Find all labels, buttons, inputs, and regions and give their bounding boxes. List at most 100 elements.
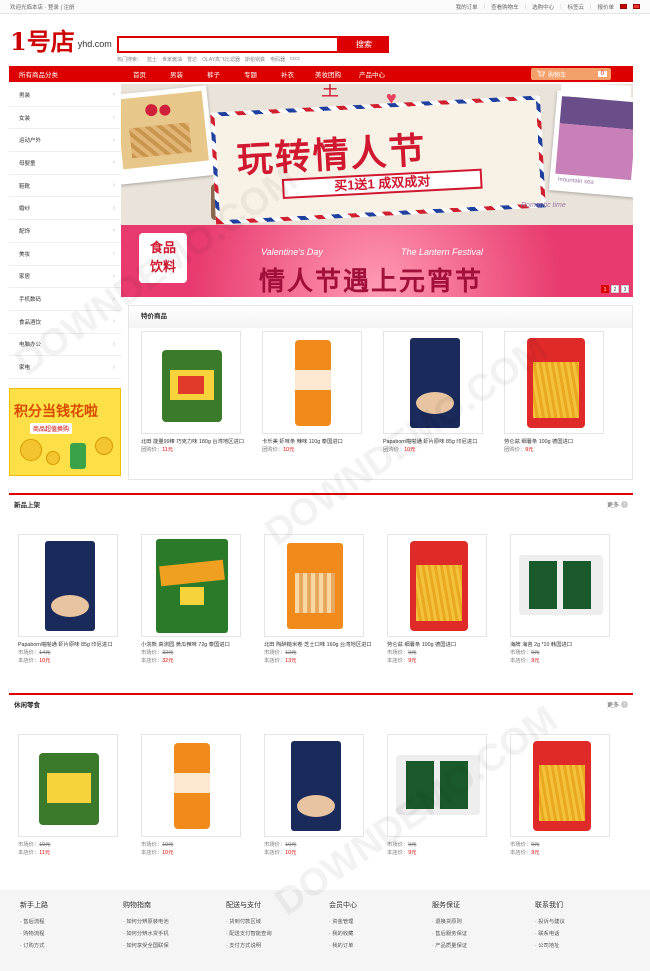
product-image[interactable] xyxy=(18,534,118,637)
lantern-festival-banner[interactable]: 食品 饮料 Valentine's Day The Lantern Festiv… xyxy=(121,225,633,297)
product-image[interactable] xyxy=(264,734,364,837)
product-card[interactable]: 海牌 海苔 2g *10 韩国进口 市场价：9元 本店价：9元 xyxy=(510,534,620,665)
more-link[interactable]: 更多 › xyxy=(607,500,628,509)
hot-word[interactable]: 世家酱油 xyxy=(162,56,182,63)
product-name[interactable]: 劳仑兹 细薯条 100g 德国进口 xyxy=(387,641,497,649)
points-promo-banner[interactable]: 积分当钱花啦 商品超值换购 xyxy=(9,388,121,476)
footer-link[interactable]: 订购方式 xyxy=(20,940,120,952)
nav-item-products[interactable]: 产品中心 xyxy=(350,69,394,79)
carousel-dot-3[interactable]: 3 xyxy=(621,285,629,293)
category-item[interactable]: 电脑办公 › xyxy=(9,334,121,357)
footer-link[interactable]: 投诉与建议 xyxy=(535,916,635,928)
product-name[interactable]: 北田 能量99棒 巧克力味 180g 台湾地区进口 xyxy=(141,438,251,446)
footer-link[interactable]: 公司地址 xyxy=(535,940,635,952)
product-card[interactable]: 劳仑兹 细薯条 100g 德国进口 团购价：9元 xyxy=(504,331,614,454)
category-item[interactable]: 手机数码 › xyxy=(9,288,121,311)
hot-word[interactable]: 蓝士 xyxy=(147,56,157,63)
nav-item-beauty[interactable]: 美妆团购 xyxy=(306,69,350,79)
flag-icon[interactable] xyxy=(620,4,627,9)
register-link[interactable]: 注册 xyxy=(63,5,74,11)
carousel-dot-2[interactable]: 2 xyxy=(611,285,619,293)
search-input[interactable] xyxy=(117,36,339,53)
footer-link[interactable]: 产品质量保证 xyxy=(432,940,532,952)
product-image[interactable] xyxy=(262,331,362,434)
hot-word[interactable]: 斯帕锅粪 xyxy=(245,56,265,63)
nav-item-home[interactable]: 首页 xyxy=(121,69,158,79)
view-cart-link[interactable]: 查看购物车 xyxy=(491,3,519,11)
product-name[interactable]: 劳仑兹 细薯条 100g 德国进口 xyxy=(504,438,614,446)
footer-link[interactable]: 如何分辨水货手机 xyxy=(123,928,223,940)
product-image[interactable] xyxy=(504,331,604,434)
carousel-dot-1[interactable]: 1 xyxy=(601,285,609,293)
product-card[interactable]: 小浣熊 高测园 黄瓜辣味 72g 泰国进口 市场价：32元 本店价：32元 xyxy=(141,534,251,665)
product-image[interactable] xyxy=(141,331,241,434)
footer-link[interactable]: 售后流程 xyxy=(20,916,120,928)
category-item[interactable]: 家电 › xyxy=(9,356,121,379)
category-item[interactable]: 家居 › xyxy=(9,266,121,289)
footer-link[interactable]: 我的订单 xyxy=(329,940,429,952)
valentine-banner[interactable]: 玩转情人节 买1送1 成双成对 王 ♥ mountain sea Romanti… xyxy=(121,84,633,225)
product-card[interactable]: 市场价：9元 本店价：9元 xyxy=(510,734,620,857)
login-link[interactable]: 登录 xyxy=(48,5,59,11)
product-card[interactable]: 北田 能量99棒 巧克力味 180g 台湾地区进口 团购价：11元 xyxy=(141,331,251,454)
quote-list-link[interactable]: 报价单 xyxy=(597,3,614,11)
product-card[interactable]: 北田 陶醉糙米卷 芝士口味 160g 台湾地区进口 市场价：12元 本店价：13… xyxy=(264,534,374,665)
product-image[interactable] xyxy=(387,734,487,837)
product-card[interactable]: 卡乐美 虾味条 辣味 110g 泰国进口 团购价：10元 xyxy=(262,331,372,454)
footer-link[interactable]: 配送支付智能查询 xyxy=(226,928,326,940)
category-item[interactable]: 母婴童 › xyxy=(9,152,121,175)
product-card[interactable]: Papaborn啪啪通 虾片原味 85g 印尼进口 团购价：10元 xyxy=(383,331,493,454)
product-card[interactable]: 市场价：9元 本店价：9元 xyxy=(387,734,497,857)
footer-link[interactable]: 联系电话 xyxy=(535,928,635,940)
footer-link[interactable]: 如何享受全国联保 xyxy=(123,940,223,952)
shopping-center-link[interactable]: 选购中心 xyxy=(532,3,554,11)
product-card[interactable]: Papaborn啪啪通 虾片原味 85g 印尼进口 市场价：14元 本店价：10… xyxy=(18,534,128,665)
product-card[interactable]: 劳仑兹 细薯条 100g 德国进口 市场价：9元 本店价：9元 xyxy=(387,534,497,665)
footer-link[interactable]: 如何分辨原装电池 xyxy=(123,916,223,928)
hot-word[interactable]: cccc xyxy=(290,56,300,63)
category-item[interactable]: 食品酒饮 › xyxy=(9,311,121,334)
product-image[interactable] xyxy=(141,734,241,837)
footer-link[interactable]: 退换货原则 xyxy=(432,916,532,928)
flag-icon-2[interactable] xyxy=(633,4,640,9)
product-card[interactable]: 市场价：10元 本店价：11元 xyxy=(18,734,128,857)
footer-link[interactable]: 我的收藏 xyxy=(329,928,429,940)
my-orders-link[interactable]: 我的订单 xyxy=(456,3,478,11)
hot-word[interactable]: OLAY高飞比滤器 xyxy=(202,56,240,63)
product-image[interactable] xyxy=(264,534,364,637)
category-item[interactable]: 男装 › xyxy=(9,84,121,107)
logo[interactable]: 1号店 yhd.com xyxy=(10,30,112,54)
search-button[interactable]: 搜索 xyxy=(339,36,389,53)
product-name[interactable]: 海牌 海苔 2g *10 韩国进口 xyxy=(510,641,620,649)
product-image[interactable] xyxy=(383,331,483,434)
product-name[interactable]: Papaborn啪啪通 虾片原味 85g 印尼进口 xyxy=(18,641,128,649)
product-name[interactable]: 卡乐美 虾味条 辣味 110g 泰国进口 xyxy=(262,438,372,446)
product-image[interactable] xyxy=(18,734,118,837)
category-item[interactable]: 女装 › xyxy=(9,107,121,130)
category-item[interactable]: 配饰 › xyxy=(9,220,121,243)
hot-word[interactable]: 雪达 xyxy=(187,56,197,63)
footer-link[interactable]: 货到付款区域 xyxy=(226,916,326,928)
product-image[interactable] xyxy=(510,734,610,837)
footer-link[interactable]: 支付方式说明 xyxy=(226,940,326,952)
nav-item-men[interactable]: 男装 xyxy=(158,69,195,79)
product-card[interactable]: 市场价：10元 本店价：10元 xyxy=(264,734,374,857)
tag-cloud-link[interactable]: 标签云 xyxy=(568,3,585,11)
category-item[interactable]: 婚纱 › xyxy=(9,197,121,221)
more-link[interactable]: 更多 › xyxy=(607,700,628,709)
footer-link[interactable]: 购物流程 xyxy=(20,928,120,940)
category-item[interactable]: 运动户外 › xyxy=(9,129,121,153)
all-categories[interactable]: 所有商品分类 xyxy=(9,69,121,79)
hot-word[interactable]: 电码器 xyxy=(270,56,285,63)
footer-link[interactable]: 售后服务保证 xyxy=(432,928,532,940)
nav-item-tops[interactable]: 补衣 xyxy=(269,69,306,79)
product-image[interactable] xyxy=(510,534,610,637)
cart-button[interactable]: 购物车 0 xyxy=(531,68,611,80)
product-image[interactable] xyxy=(387,534,487,637)
nav-item-topics[interactable]: 专题 xyxy=(232,69,269,79)
footer-link[interactable]: 资金管理 xyxy=(329,916,429,928)
nav-item-pants[interactable]: 裤子 xyxy=(195,69,232,79)
category-item[interactable]: 鞋靴 › xyxy=(9,175,121,198)
product-name[interactable]: 北田 陶醉糙米卷 芝士口味 160g 台湾地区进口 xyxy=(264,641,374,649)
product-image[interactable] xyxy=(141,534,241,637)
